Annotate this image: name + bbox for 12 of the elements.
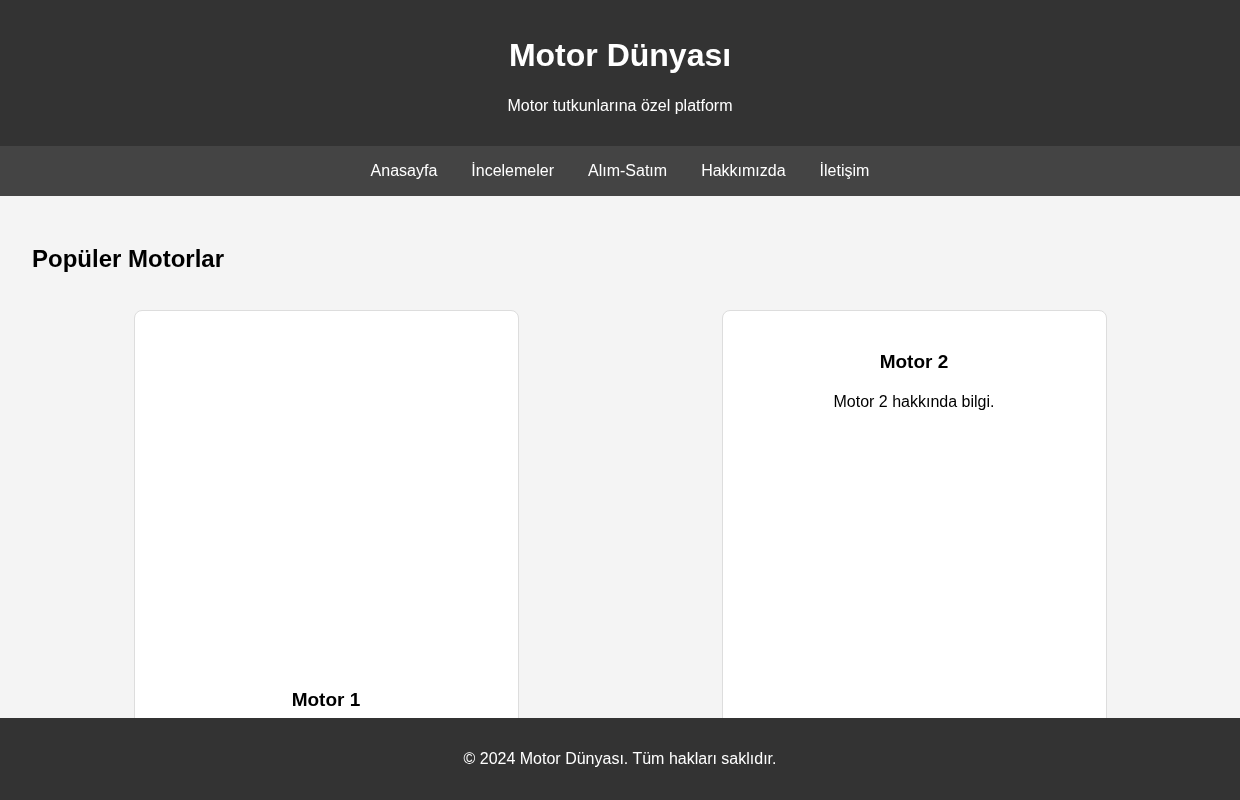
card-title: Motor 1 [290,688,362,712]
nav-link[interactable]: Anasayfa [353,146,455,196]
card-description: Motor 2 hakkında bilgi. [832,392,996,412]
nav-link[interactable]: Hakkımızda [684,146,803,196]
nav-link[interactable]: İncelemeler [454,146,571,196]
copyright-text: © 2024 Motor Dünyası. Tüm hakları saklıdır. [463,749,777,769]
section-heading: Popüler Motorlar [32,244,225,274]
site-title: Motor Dünyası [507,36,733,74]
card-title: Motor 2 [878,350,950,374]
nav-link[interactable]: İletişim [802,146,887,196]
nav-link[interactable]: Alım-Satım [571,146,685,196]
site-tagline: Motor tutkunlarına özel platform [506,96,734,116]
